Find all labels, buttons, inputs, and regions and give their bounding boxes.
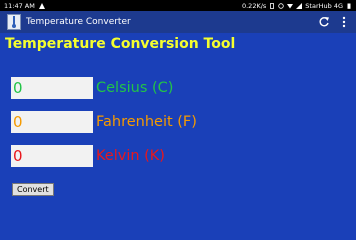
overflow-menu-icon[interactable] <box>342 16 346 28</box>
celsius-label: Celsius (C) <box>96 80 174 96</box>
celsius-input[interactable] <box>11 77 93 99</box>
network-speed: 0.22K/s <box>241 1 267 10</box>
alarm-icon <box>278 2 284 9</box>
vibrate-icon <box>270 2 275 9</box>
convert-button[interactable]: Convert <box>12 183 54 196</box>
fahrenheit-row: Fahrenheit (F) <box>11 111 197 133</box>
status-bar: 11:47 AM 0.22K/s StarHub 4G <box>0 0 356 11</box>
kelvin-label: Kelvin (K) <box>96 148 165 164</box>
app-bar: Temperature Converter <box>0 11 356 33</box>
battery-icon <box>347 3 351 9</box>
page-title: Temperature Conversion Tool <box>5 36 236 52</box>
carrier-name: StarHub 4G <box>305 1 343 10</box>
kelvin-row: Kelvin (K) <box>11 145 165 167</box>
celsius-row: Celsius (C) <box>11 77 173 99</box>
app-logo-icon <box>7 14 21 30</box>
notification-icon <box>38 2 45 9</box>
signal-icon <box>296 2 303 9</box>
fahrenheit-label: Fahrenheit (F) <box>96 114 197 130</box>
status-time: 11:47 AM <box>4 1 35 10</box>
kelvin-input[interactable] <box>11 145 93 167</box>
wifi-icon <box>287 3 294 8</box>
app-title: Temperature Converter <box>26 17 131 27</box>
refresh-icon[interactable] <box>318 16 330 28</box>
fahrenheit-input[interactable] <box>11 111 93 133</box>
